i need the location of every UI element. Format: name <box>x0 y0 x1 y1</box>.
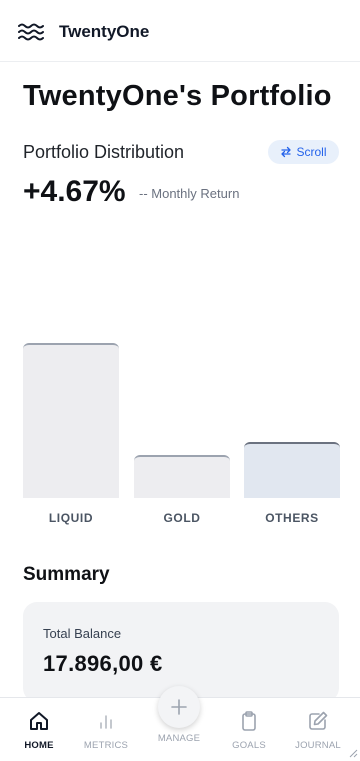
home-icon <box>30 712 48 730</box>
bar-label-others: OTHERS <box>265 511 319 525</box>
bar-label-gold: GOLD <box>163 511 201 525</box>
scroll-button[interactable]: Scroll <box>268 140 339 164</box>
scroll-button-label: Scroll <box>296 145 327 159</box>
nav-journal-label: JOURNAL <box>295 740 341 751</box>
monthly-return-label: -- Monthly Return <box>139 186 240 201</box>
swap-arrows-icon <box>281 146 292 158</box>
bar-others[interactable] <box>244 442 340 498</box>
distribution-title: Portfolio Distribution <box>23 142 185 162</box>
resize-handle-icon <box>349 749 358 758</box>
summary-title: Summary <box>23 564 110 585</box>
nav-home[interactable]: HOME <box>9 698 69 761</box>
bar-label-liquid: LIQUID <box>48 511 94 525</box>
total-balance-label: Total Balance <box>43 626 122 641</box>
nav-journal[interactable]: JOURNAL <box>288 698 348 761</box>
nav-home-label: HOME <box>24 740 54 751</box>
nav-metrics-label: METRICS <box>83 740 129 751</box>
clipboard-icon <box>242 711 256 731</box>
waves-icon[interactable] <box>18 22 44 42</box>
plus-icon <box>171 699 187 715</box>
nav-manage-label: MANAGE <box>157 733 201 744</box>
top-app-bar: TwentyOne <box>0 0 360 62</box>
bar-chart-icon <box>100 715 112 729</box>
brand-name: TwentyOne <box>59 22 150 41</box>
portfolio-distribution-chart: LIQUID GOLD OTHERS <box>0 200 360 540</box>
bar-gold[interactable] <box>134 455 230 498</box>
nav-goals-label: GOALS <box>232 740 266 751</box>
edit-icon <box>309 711 328 730</box>
nav-goals[interactable]: GOALS <box>219 698 279 761</box>
manage-add-button[interactable] <box>158 686 200 728</box>
bar-liquid[interactable] <box>23 343 119 498</box>
page-title: TwentyOne's Portfolio <box>23 80 332 112</box>
total-balance-value: 17.896,00 € <box>43 651 163 676</box>
nav-metrics[interactable]: METRICS <box>76 698 136 761</box>
